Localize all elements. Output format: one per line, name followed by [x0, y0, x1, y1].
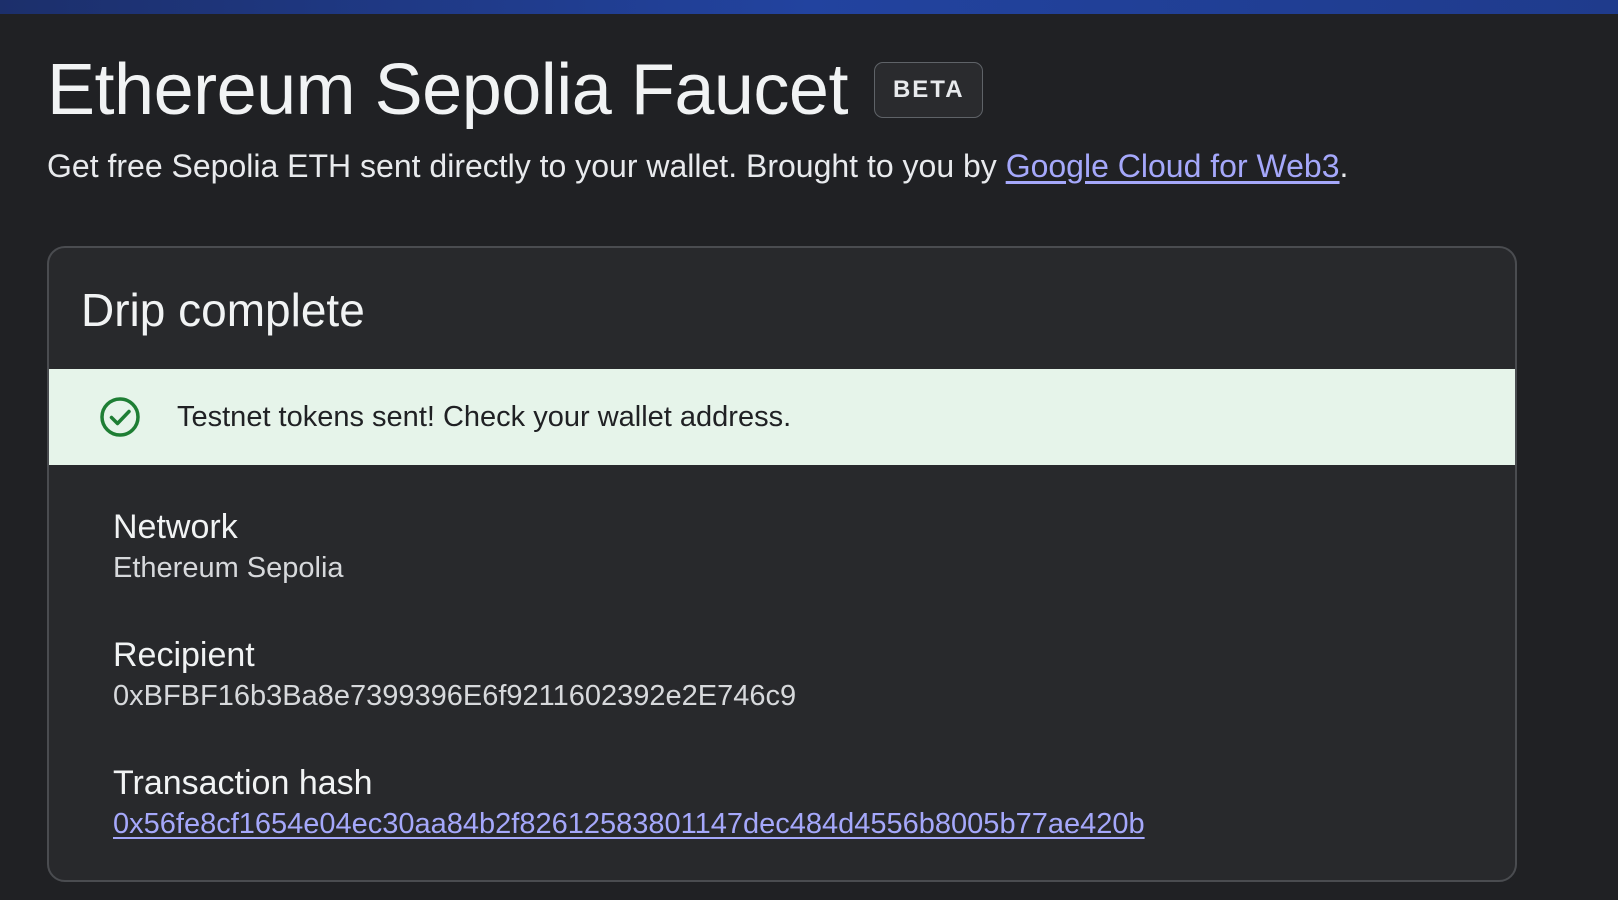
transaction-hash-link[interactable]: 0x56fe8cf1654e04ec30aa84b2f8261258380114…	[113, 804, 1145, 844]
detail-label: Recipient	[113, 636, 255, 674]
recipient-address: 0xBFBF16b3Ba8e7399396E6f9211602392e2E746…	[113, 680, 797, 712]
detail-label: Transaction hash	[113, 764, 373, 802]
detail-network: Network Ethereum Sepolia	[113, 506, 1145, 634]
page-title: Ethereum Sepolia Faucet	[47, 50, 848, 130]
title-row: Ethereum Sepolia Faucet BETA	[47, 48, 1567, 132]
page-subtitle: Get free Sepolia ETH sent directly to yo…	[47, 146, 1567, 186]
subtitle-suffix: .	[1339, 148, 1349, 184]
success-banner: Testnet tokens sent! Check your wallet a…	[49, 369, 1515, 465]
subtitle-text: Get free Sepolia ETH sent directly to yo…	[47, 148, 1006, 184]
success-message: Testnet tokens sent! Check your wallet a…	[177, 401, 792, 433]
detail-label: Network	[113, 508, 238, 546]
check-circle-icon	[100, 397, 140, 437]
drip-result-card: Drip complete Testnet tokens sent! Check…	[47, 246, 1517, 882]
detail-recipient: Recipient 0xBFBF16b3Ba8e7399396E6f921160…	[113, 634, 1145, 762]
google-cloud-web3-link[interactable]: Google Cloud for Web3	[1006, 148, 1340, 184]
detail-transaction-hash: Transaction hash 0x56fe8cf1654e04ec30aa8…	[113, 762, 1145, 880]
network-value: Ethereum Sepolia	[113, 552, 344, 584]
top-accent-bar	[0, 0, 1618, 14]
beta-badge: BETA	[873, 62, 983, 118]
card-title: Drip complete	[81, 284, 365, 336]
page-header: Ethereum Sepolia Faucet BETA Get free Se…	[47, 48, 1567, 186]
drip-details: Network Ethereum Sepolia Recipient 0xBFB…	[113, 506, 1145, 880]
